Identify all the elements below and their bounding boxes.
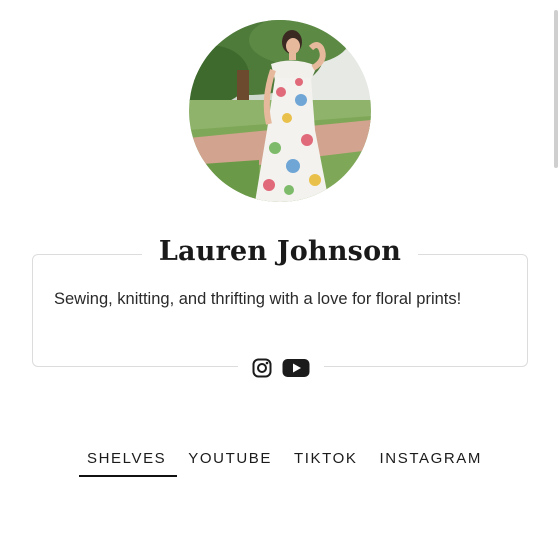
- scrollbar[interactable]: [554, 10, 558, 168]
- tab-shelves[interactable]: SHELVES: [76, 448, 178, 478]
- social-links: [238, 352, 324, 384]
- profile-tabs: SHELVES YOUTUBE TIKTOK INSTAGRAM: [76, 448, 493, 480]
- profile-photo: [189, 20, 371, 202]
- tab-youtube[interactable]: YOUTUBE: [177, 448, 283, 478]
- instagram-icon[interactable]: [252, 358, 272, 378]
- profile-name: Lauren Johnson: [142, 232, 418, 272]
- tab-instagram[interactable]: INSTAGRAM: [369, 448, 493, 478]
- profile-bio: Sewing, knitting, and thrifting with a l…: [54, 290, 462, 308]
- tab-tiktok[interactable]: TIKTOK: [283, 448, 369, 478]
- avatar: [189, 20, 371, 202]
- youtube-icon[interactable]: [282, 358, 310, 378]
